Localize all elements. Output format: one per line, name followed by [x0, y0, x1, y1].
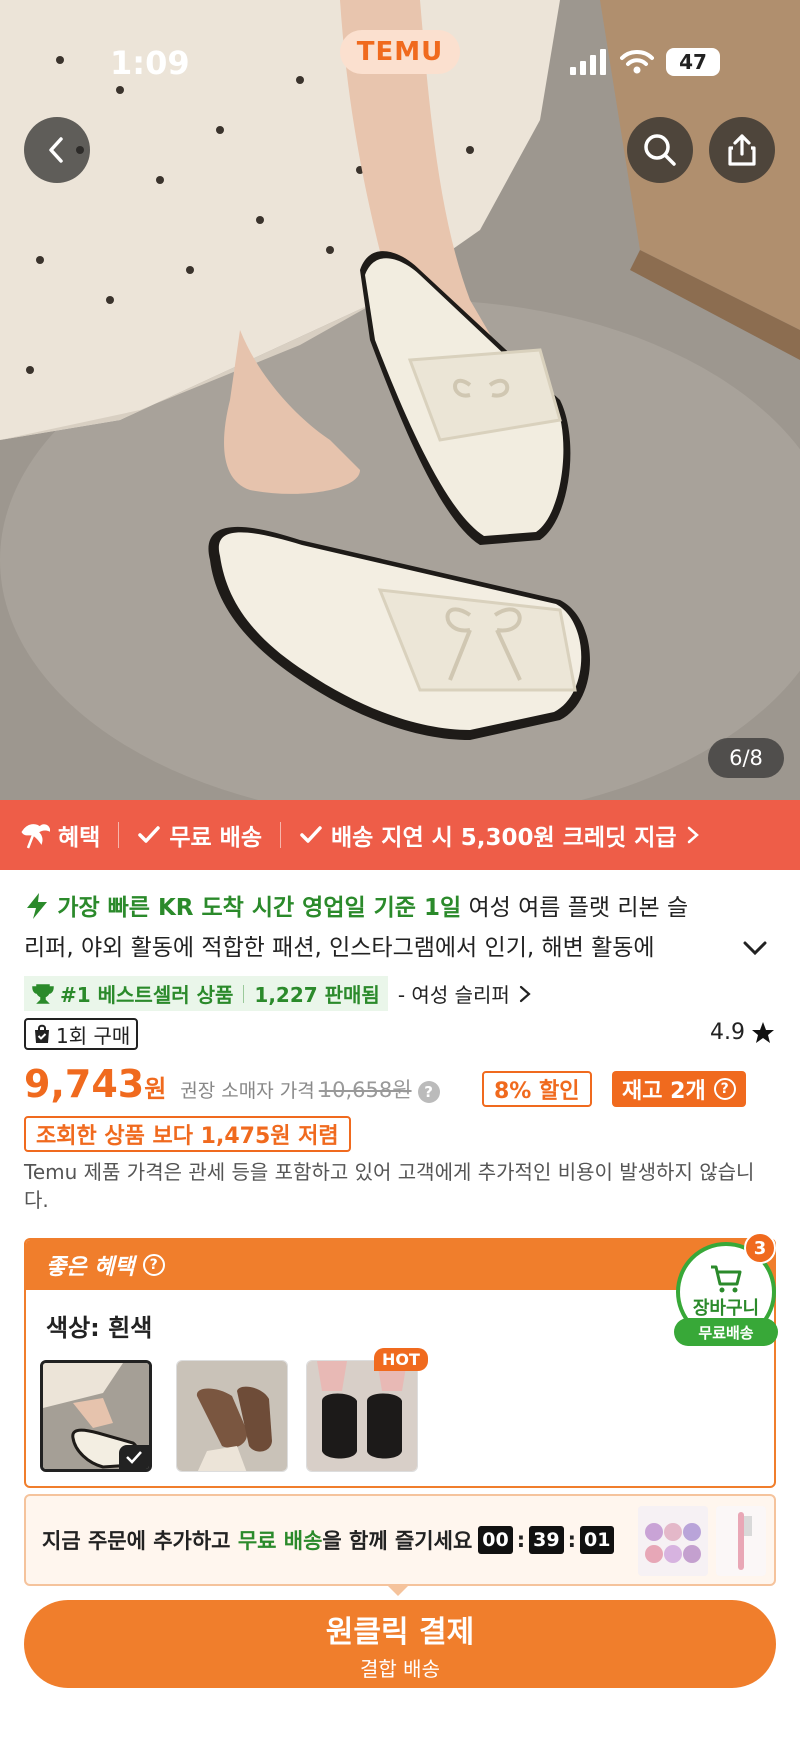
status-time: 1:09 — [110, 44, 190, 82]
image-counter: 6/8 — [708, 738, 784, 778]
wifi-icon — [620, 50, 654, 74]
free-shipping-promo[interactable]: 지금 주문에 추가하고 무료 배송 을 함께 즐기세요 00 : 39 : 01 — [24, 1494, 776, 1586]
fast-delivery-badge: 가장 빠른 KR 도착 시간 영업일 기준 1일 — [57, 895, 462, 921]
color-label: 색상: 흰색 — [46, 1314, 153, 1342]
color-option-brown[interactable] — [176, 1360, 288, 1472]
free-shipping-label: 무료 배송 — [169, 825, 262, 851]
promo-product-image[interactable] — [638, 1506, 708, 1576]
purchase-badge: 1회 구매 — [24, 1018, 139, 1050]
search-button[interactable] — [627, 117, 693, 183]
help-icon: ? — [142, 1254, 165, 1276]
trophy-icon — [32, 983, 54, 1004]
shopping-bag-icon — [35, 1024, 49, 1043]
help-icon[interactable]: ? — [417, 1081, 440, 1103]
good-benefit-box: 좋은 혜택 ? 색상: 흰색 HOT — [24, 1238, 776, 1488]
product-title[interactable]: 가장 빠른 KR 도착 시간 영업일 기준 1일 여성 여름 플랫 리본 슬 리… — [24, 888, 744, 968]
promo-text: 지금 주문에 추가하고 무료 배송 을 함께 즐기세요 00 : 39 : 01 — [42, 1525, 615, 1555]
status-bar: 1:09 TEMU 47 — [0, 0, 800, 120]
checkout-sublabel: 결합 배송 — [360, 1656, 440, 1681]
price-value: 9,743 — [24, 1062, 145, 1106]
compare-badge: 조회한 상품 보다 1,475원 저렴 — [24, 1116, 351, 1152]
promo-product-image[interactable] — [716, 1506, 766, 1576]
share-icon — [728, 134, 756, 166]
product-image-gallery[interactable]: 1:09 TEMU 47 6/8 — [0, 0, 800, 800]
lightning-icon — [27, 893, 47, 919]
discount-badge: 8% 할인 — [482, 1071, 592, 1107]
system-icons: 47 — [570, 48, 720, 76]
good-benefit-title: 좋은 혜택 — [46, 1255, 135, 1280]
price-currency: 원 — [144, 1075, 167, 1103]
promo-thumbnail-comb — [716, 1506, 766, 1576]
one-click-checkout-button[interactable]: 원클릭 결제 결합 배송 — [24, 1600, 776, 1688]
chevron-down-icon[interactable] — [740, 936, 770, 960]
category-link[interactable]: - 여성 슬리퍼 — [398, 979, 532, 1008]
share-button[interactable] — [709, 117, 775, 183]
cart-count-badge: 3 — [744, 1232, 776, 1264]
countdown-timer: 00 : 39 : 01 — [478, 1526, 615, 1554]
signal-icon — [570, 49, 606, 75]
bestseller-badge: #1 베스트셀러 상품 1,227 판매됨 — [24, 976, 388, 1011]
cart-free-shipping: 무료배송 — [674, 1318, 778, 1346]
benefit-label: 혜택 — [58, 825, 101, 851]
check-icon — [300, 826, 322, 843]
good-benefit-header[interactable]: 좋은 혜택 ? — [26, 1240, 774, 1290]
check-icon — [126, 1451, 142, 1464]
rating-value: 4.9 — [710, 1020, 745, 1045]
chevron-left-icon — [49, 137, 63, 163]
rating[interactable]: 4.9 — [710, 1020, 775, 1045]
timer-minutes: 39 — [529, 1526, 564, 1554]
title-line-1: 여성 여름 플랫 리본 슬 — [468, 895, 689, 921]
chevron-right-icon — [687, 826, 699, 844]
promo-pointer — [386, 1584, 410, 1596]
selected-check — [119, 1445, 149, 1469]
promo-text-before: 지금 주문에 추가하고 — [42, 1529, 238, 1553]
temu-logo: TEMU — [340, 30, 460, 74]
title-line-2: 리퍼, 야외 활동에 적합한 패션, 인스타그램에서 인기, 해변 활동에 — [24, 935, 655, 961]
battery-indicator: 47 — [666, 48, 720, 76]
price-row: 9,743 원 권장 소매자 가격 10,658원 ? — [24, 1062, 440, 1106]
purchase-badge-text: 1회 구매 — [56, 1023, 131, 1048]
color-option-black[interactable] — [306, 1360, 418, 1472]
star-icon — [752, 1021, 774, 1043]
tax-note: Temu 제품 가격은 관세 등을 포함하고 있어 고객에게 추가적인 비용이 … — [24, 1160, 755, 1212]
category-text: - 여성 슬리퍼 — [397, 983, 510, 1007]
timer-hours: 00 — [478, 1526, 513, 1554]
rrp-value: 10,658원 — [318, 1078, 412, 1102]
sold-count: 1,227 판매됨 — [254, 983, 380, 1007]
hot-tag: HOT — [374, 1348, 428, 1371]
check-icon — [138, 826, 161, 843]
product-photo — [0, 0, 800, 800]
promo-text-after: 을 함께 즐기세요 — [322, 1529, 473, 1553]
bestseller-row[interactable]: #1 베스트셀러 상품 1,227 판매됨 - 여성 슬리퍼 — [24, 976, 532, 1011]
back-button[interactable] — [24, 117, 90, 183]
color-option-white[interactable] — [40, 1360, 152, 1472]
stock-badge[interactable]: 재고 2개 ? — [612, 1071, 746, 1107]
thumbnail-brown-sandal — [177, 1361, 287, 1471]
promo-highlight: 무료 배송 — [237, 1529, 323, 1553]
benefit-bar[interactable]: 혜택 무료 배송 배송 지연 시 5,300원 크레딧 지급 — [0, 800, 800, 870]
search-icon — [644, 134, 676, 166]
thumbnail-black-sandal — [307, 1361, 417, 1471]
rrp-label: 권장 소매자 가격 — [180, 1080, 315, 1102]
bestseller-text: #1 베스트셀러 상품 — [60, 983, 234, 1007]
promo-thumbnail-hair-clips — [638, 1506, 708, 1576]
cart-label: 장바구니 — [692, 1298, 760, 1319]
delay-credit-label: 배송 지연 시 5,300원 크레딧 지급 — [330, 825, 677, 851]
palm-tree-icon — [21, 824, 50, 849]
timer-seconds: 01 — [580, 1526, 615, 1554]
checkout-label: 원클릭 결제 — [325, 1614, 475, 1650]
cart-icon — [711, 1265, 742, 1293]
chevron-right-icon — [519, 985, 531, 1002]
help-icon: ? — [713, 1078, 736, 1100]
stock-text: 재고 2개 — [622, 1079, 706, 1104]
